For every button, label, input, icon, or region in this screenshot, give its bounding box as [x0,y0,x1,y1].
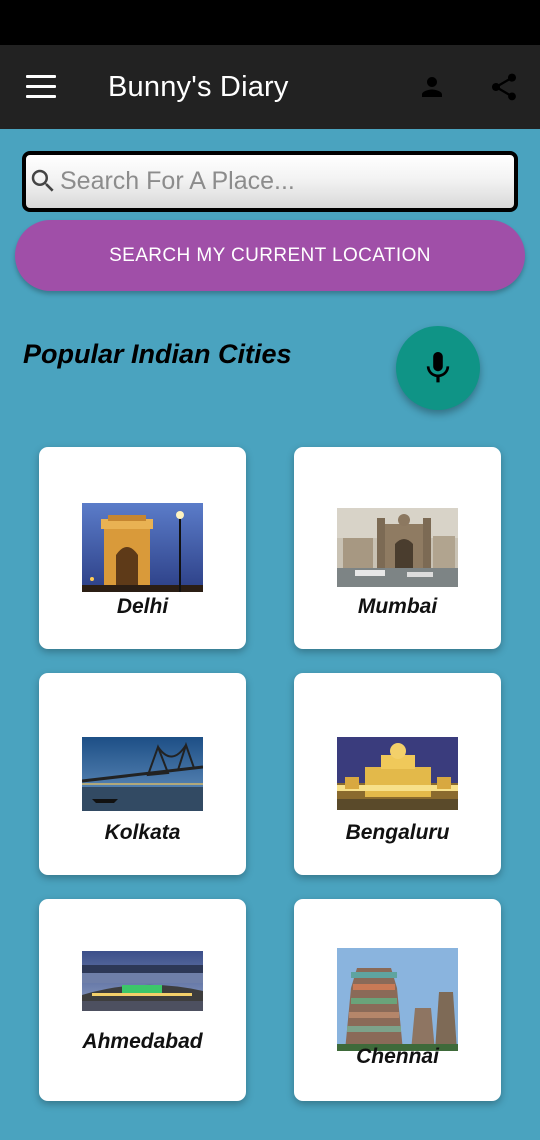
city-card-bengaluru[interactable]: Bengaluru [294,673,501,875]
delhi-image [82,503,203,592]
app-title: Bunny's Diary [108,71,289,103]
microphone-button[interactable] [396,326,480,410]
section-title: Popular Indian Cities [23,339,292,369]
mumbai-image [337,508,458,587]
menu-icon[interactable] [26,75,56,99]
city-name: Bengaluru [345,821,450,844]
search-box[interactable] [22,151,518,212]
city-card-kolkata[interactable]: Kolkata [39,673,246,875]
search-current-location-button[interactable]: SEARCH MY CURRENT LOCATION [15,220,525,291]
search-icon [28,166,58,196]
city-name: Kolkata [104,821,181,844]
city-card-chennai[interactable]: Chennai [294,899,501,1101]
microphone-icon [426,352,450,383]
city-name: Chennai [356,1045,439,1068]
ahmedabad-image [82,951,203,1011]
city-card-mumbai[interactable]: Mumbai [294,447,501,649]
city-name: Mumbai [357,595,438,618]
city-name: Delhi [116,595,169,618]
city-card-delhi[interactable]: Delhi [39,447,246,649]
city-card-ahmedabad[interactable]: Ahmedabad [39,899,246,1101]
city-name: Ahmedabad [82,1030,203,1053]
status-bar [0,0,540,45]
search-input[interactable] [60,161,500,201]
bengaluru-image [337,737,458,810]
kolkata-image [82,737,203,811]
share-icon[interactable] [488,71,520,103]
app-bar: Bunny's Diary [0,45,540,129]
person-icon[interactable] [417,72,447,102]
chennai-image [337,948,458,1051]
